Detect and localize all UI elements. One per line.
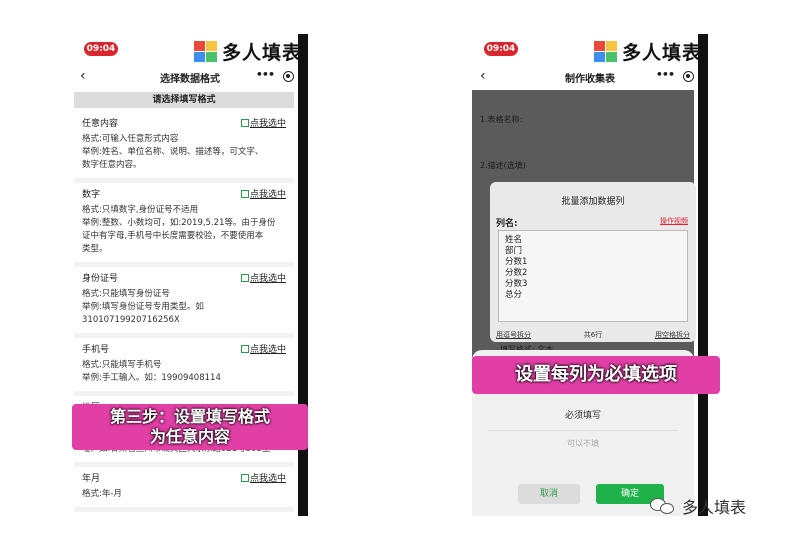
help-video-link[interactable]: 操作视频	[660, 216, 688, 226]
watermark-text: 多人填表	[682, 498, 747, 517]
format-description: 举例:手工输入。如：19909408114	[82, 373, 221, 383]
format-description: 31010719920716256X	[82, 315, 180, 325]
row-count: 共6行	[583, 331, 603, 339]
column-name-label: 列名:	[496, 219, 518, 229]
select-format-label: 点我选中	[249, 474, 286, 484]
divider	[488, 430, 678, 431]
format-description: 数字任意内容。	[82, 160, 142, 170]
form-field-label: 1.表格名称:	[480, 115, 523, 124]
select-format-link[interactable]: 点我选中	[240, 116, 286, 129]
column-entry: 分数1	[505, 257, 528, 267]
watermark: 多人填表	[650, 494, 746, 518]
select-format-label: 点我选中	[249, 190, 286, 200]
column-entry: 分数3	[505, 279, 528, 289]
checkbox-icon	[240, 190, 249, 198]
format-list-item[interactable]: 身份证号 点我选中 格式:只能填写身份证号 举例:填写身份证号专用类型。如 310107…	[74, 267, 294, 338]
nav-bar: ‹ 选择数据格式 •••	[72, 66, 308, 90]
caption-step-three: 第三步：设置填写格式 为任意内容	[72, 404, 308, 450]
format-list-item[interactable]: 数字 点我选中 格式:只填数字,身份证号不适用 举例:整数、小数均可，如:2019,5…	[74, 183, 294, 267]
format-list: 任意内容 点我选中 格式:可输入任意形式内容 举例:姓名、单位名称、说明、描述等，可文…	[74, 112, 294, 512]
select-format-link[interactable]: 点我选中	[240, 471, 286, 484]
caption-line: 第三步：设置填写格式	[109, 407, 270, 426]
select-format-link[interactable]: 点我选中	[240, 187, 286, 200]
format-description: 格式:可输入任意形式内容	[82, 134, 179, 144]
more-dots-icon[interactable]: •••	[256, 68, 275, 81]
format-description: 证中有字母,手机号中长度需要校验，不要使用本	[82, 231, 264, 241]
format-list-item[interactable]: 年月 点我选中 格式:年-月	[74, 467, 294, 512]
option-optional[interactable]: 可以不填	[472, 438, 694, 449]
checkbox-icon	[240, 474, 249, 482]
status-time: 09:04	[484, 42, 518, 56]
column-names-textarea[interactable]: 姓名 部门 分数1 分数2 分数3 总分	[498, 230, 688, 322]
format-description: 举例:整数、小数均可，如:2019,5.21等。由于身份	[82, 218, 276, 228]
nav-bar: ‹ 制作收集表 •••	[472, 66, 708, 90]
brand-name: 多人填表	[221, 42, 302, 64]
select-format-link[interactable]: 点我选中	[240, 342, 286, 355]
format-description: 类型。	[82, 244, 108, 254]
more-dots-icon[interactable]: •••	[656, 68, 675, 81]
format-description: 格式:年-月	[82, 489, 122, 499]
select-format-label: 点我选中	[249, 119, 286, 129]
format-list-item[interactable]: 手机号 点我选中 格式:只能填写手机号 举例:手工输入。如：19909408114	[74, 338, 294, 396]
format-description: 举例:姓名、单位名称、说明、描述等，可文字、	[82, 147, 264, 157]
caption-line: 为任意内容	[149, 427, 230, 446]
select-format-label: 点我选中	[249, 345, 286, 355]
caption-required: 设置每列为必填选项	[472, 356, 720, 394]
split-by-comma-link[interactable]: 用逗号拆分	[496, 330, 531, 340]
batch-add-dialog: 批量添加数据列 列名: 操作视频 姓名 部门 分数1 分数2 分数3 总分 用逗…	[490, 182, 696, 342]
option-required[interactable]: 必须填写	[472, 408, 694, 421]
checkbox-icon	[240, 119, 249, 127]
column-entry: 部门	[505, 246, 523, 256]
select-format-label: 点我选中	[249, 274, 286, 284]
column-entry: 分数2	[505, 268, 528, 278]
brand-name: 多人填表	[621, 42, 702, 64]
brand-grid-icon	[593, 40, 618, 63]
section-header: 请选择填写格式	[74, 92, 294, 108]
format-description: 格式:只能填写手机号	[82, 360, 162, 370]
right-phone-screen: 09:04 多人填表 ‹ 制作收集表 ••• 1.表格名称: 2.描述(选填) …	[472, 34, 708, 516]
column-entry: 姓名	[505, 235, 523, 245]
column-entry: 总分	[505, 290, 523, 300]
dialog-title: 批量添加数据列	[561, 197, 625, 207]
brand-grid-icon	[193, 40, 218, 63]
format-description: 格式:只填数字,身份证号不适用	[82, 205, 199, 215]
form-field-label: 2.描述(选填)	[480, 161, 526, 170]
checkbox-icon	[240, 345, 249, 353]
select-format-link[interactable]: 点我选中	[240, 271, 286, 284]
brand-logo: 多人填表	[593, 38, 702, 65]
checkbox-icon	[240, 274, 249, 282]
format-list-item[interactable]: 任意内容 点我选中 格式:可输入任意形式内容 举例:姓名、单位名称、说明、描述等，可文…	[74, 112, 294, 183]
target-icon[interactable]	[283, 71, 294, 82]
status-time: 09:04	[84, 42, 118, 56]
wechat-icon	[650, 496, 676, 516]
cancel-button[interactable]: 取消	[518, 484, 580, 504]
right-phone-edge	[698, 34, 708, 516]
target-icon[interactable]	[683, 71, 694, 82]
format-description: 格式:只能填写身份证号	[82, 289, 170, 299]
brand-logo: 多人填表	[193, 38, 302, 65]
split-by-space-link[interactable]: 用空格拆分	[655, 330, 690, 340]
format-description: 举例:填写身份证号专用类型。如	[82, 302, 204, 312]
dialog-footer: 用逗号拆分 共6行 用空格拆分	[496, 330, 690, 340]
